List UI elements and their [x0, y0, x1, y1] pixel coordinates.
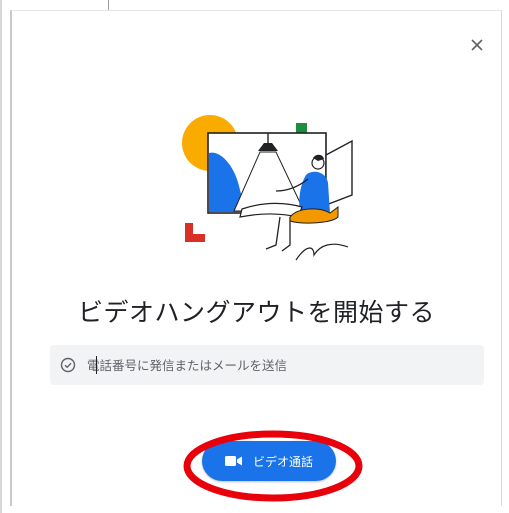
invite-field[interactable]: [50, 345, 484, 385]
text-caret: [96, 356, 97, 374]
close-icon[interactable]: [470, 38, 484, 52]
background-divider: [108, 0, 109, 10]
check-circle-icon: [59, 356, 77, 374]
video-call-button[interactable]: ビデオ通話: [202, 441, 336, 481]
video-call-label: ビデオ通話: [252, 454, 313, 469]
scribble-line: [295, 243, 349, 261]
video-call-illustration: [182, 115, 353, 261]
red-corner: [185, 223, 205, 242]
chair-back: [325, 139, 353, 207]
hangout-dialog: ビデオハングアウトを開始する ビデオ通話: [10, 10, 502, 506]
background-edge: [0, 0, 2, 513]
dialog-title: ビデオハングアウトを開始する: [77, 298, 435, 327]
screen: ビデオハングアウトを開始する ビデオ通話: [0, 0, 509, 513]
close-button[interactable]: [465, 33, 489, 57]
invite-input[interactable]: [87, 357, 447, 373]
videocam-icon: [224, 455, 243, 467]
